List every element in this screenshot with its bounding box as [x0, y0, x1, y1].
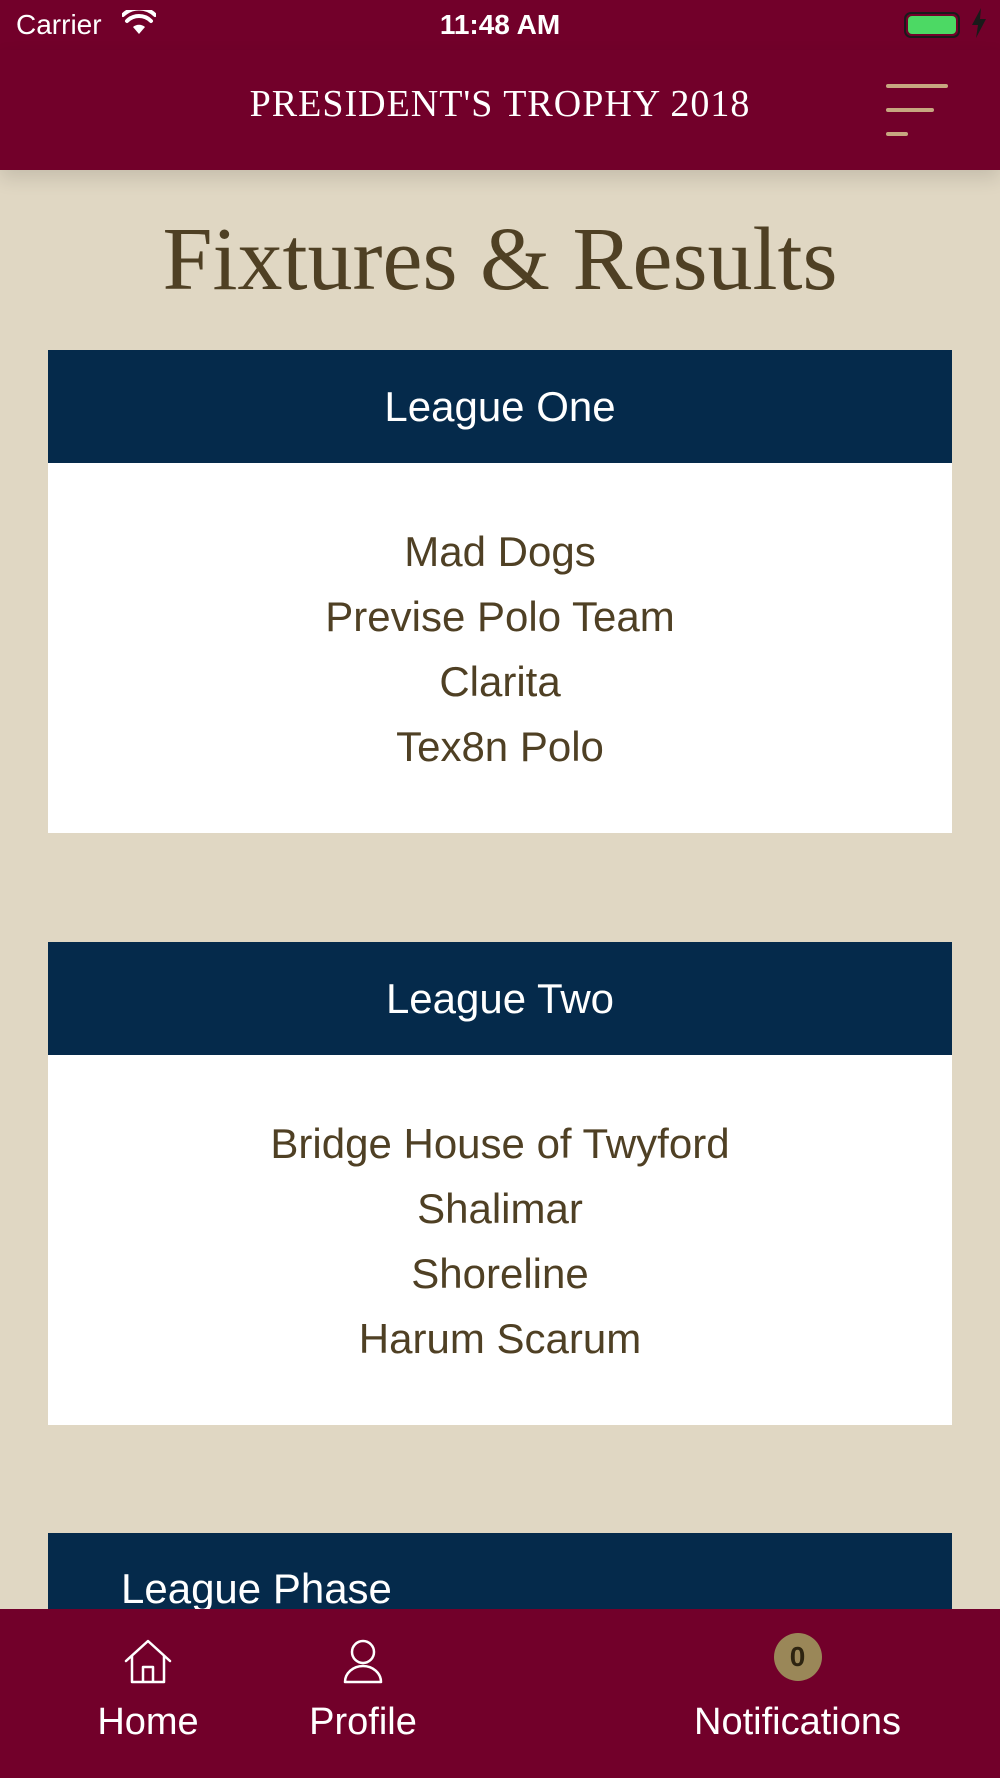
team-name: Clarita — [439, 658, 561, 705]
user-icon — [341, 1637, 385, 1690]
league-card[interactable]: League Two Bridge House of Twyford Shali… — [48, 942, 952, 1425]
team-name: Shoreline — [411, 1250, 589, 1297]
tab-bar: Home Profile 0 Notifications — [0, 1609, 1000, 1778]
battery-icon — [904, 12, 960, 38]
page-title: Fixtures & Results — [162, 210, 838, 309]
app-title: PRESIDENT'S TROPHY 2018 — [249, 83, 751, 125]
charging-icon — [970, 8, 988, 43]
league-card[interactable]: League One Mad Dogs Previse Polo Team Cl… — [48, 350, 952, 833]
league-header: League Two — [48, 942, 952, 1055]
tab-home[interactable]: Home — [78, 1609, 218, 1778]
team-name: Harum Scarum — [358, 1315, 642, 1362]
home-icon — [122, 1637, 174, 1690]
team-list: Bridge House of Twyford Shalimar Shoreli… — [48, 1055, 952, 1425]
tab-label: Home — [97, 1701, 199, 1743]
team-list: Mad Dogs Previse Polo Team Clarita Tex8n… — [48, 463, 952, 833]
team-name: Bridge House of Twyford — [270, 1120, 730, 1167]
app-header: PRESIDENT'S TROPHY 2018 — [0, 50, 1000, 170]
tab-notifications[interactable]: 0 Notifications — [680, 1609, 915, 1778]
team-name: Previse Polo Team — [325, 593, 675, 640]
team-name: Shalimar — [417, 1185, 583, 1232]
tab-label: Notifications — [694, 1701, 901, 1743]
team-name: Mad Dogs — [404, 528, 596, 575]
status-time: 11:48 AM — [439, 9, 561, 40]
tab-profile[interactable]: Profile — [288, 1609, 438, 1778]
tab-label: Profile — [309, 1701, 417, 1743]
menu-icon[interactable] — [886, 82, 952, 138]
status-bar: Carrier 11:48 AM — [0, 0, 1000, 50]
notification-badge: 0 — [773, 1633, 822, 1681]
league-header: League One — [48, 350, 952, 463]
team-name: Tex8n Polo — [396, 723, 604, 770]
